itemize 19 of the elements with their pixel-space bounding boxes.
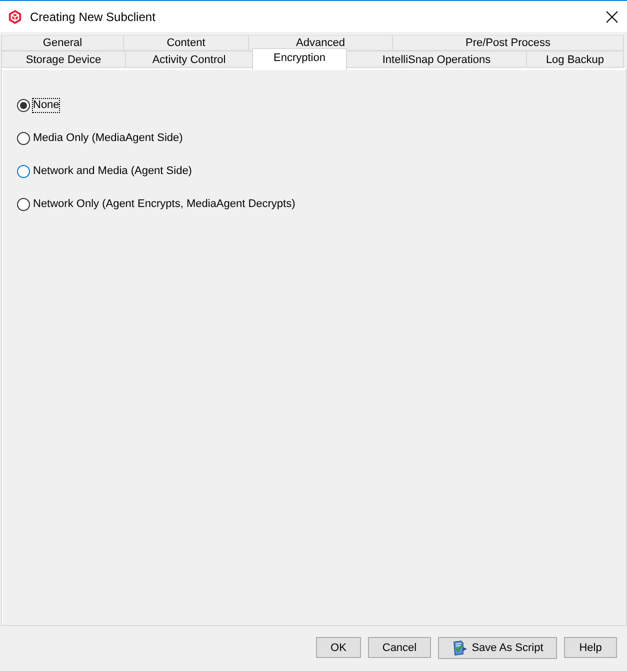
cancel-button[interactable]: Cancel	[368, 637, 431, 658]
tab[interactable]: Activity Control	[125, 51, 253, 68]
close-button[interactable]	[606, 10, 618, 22]
save-as-script-button[interactable]: Save As Script	[438, 636, 557, 658]
ok-button[interactable]: OK	[316, 637, 361, 658]
tab[interactable]: Encryption	[252, 48, 347, 70]
window-title: Creating New Subclient	[30, 10, 156, 24]
tab[interactable]: IntelliSnap Operations	[346, 51, 527, 68]
tab[interactable]: Pre/Post Process	[392, 35, 624, 51]
help-button[interactable]: Help	[564, 637, 617, 658]
tab[interactable]: Log Backup	[526, 51, 624, 68]
radio-option[interactable]: Network and Media (Agent Side)	[17, 164, 193, 178]
radio-option[interactable]: Network Only (Agent Encrypts, MediaAgent Decrypts)	[17, 197, 296, 211]
tab[interactable]: Storage Device	[1, 51, 126, 68]
document-check-icon	[452, 640, 468, 656]
tab[interactable]: Content	[123, 35, 249, 51]
radio-option[interactable]: Media Only (MediaAgent Side)	[17, 131, 184, 145]
tab[interactable]: General	[1, 35, 124, 51]
cube-logo-icon	[8, 10, 22, 24]
